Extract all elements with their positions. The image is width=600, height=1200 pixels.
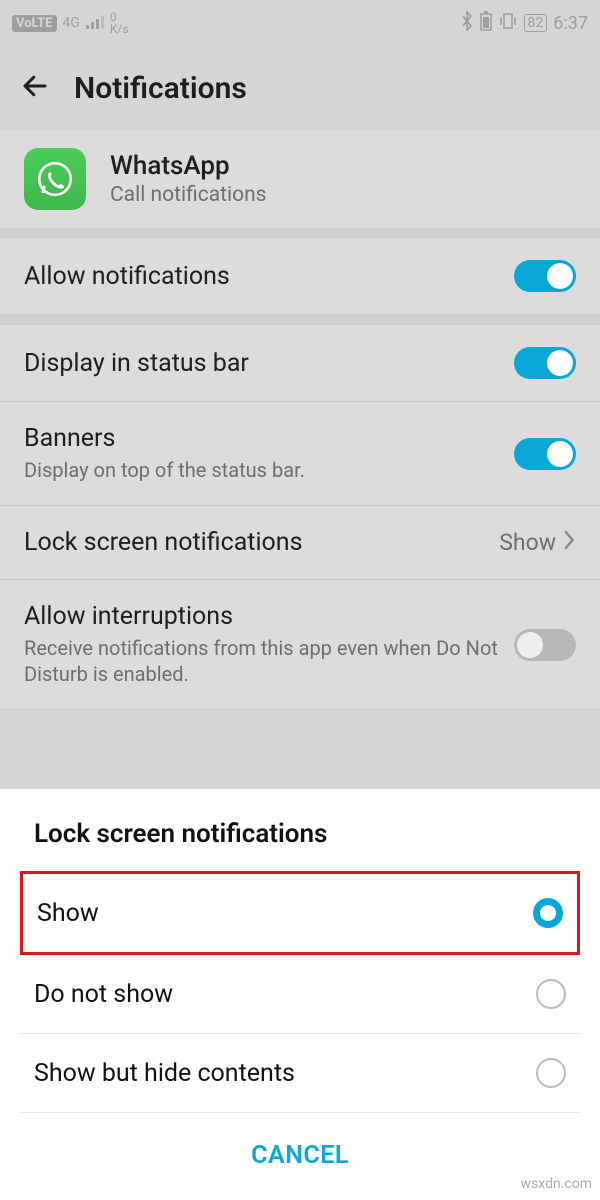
battery-percent: 82 bbox=[524, 14, 548, 32]
allow-interruptions-sub: Receive notifications from this app even… bbox=[24, 635, 499, 687]
watermark: wsxdn.com bbox=[521, 1176, 592, 1192]
chevron-right-icon bbox=[562, 529, 576, 557]
lock-screen-row[interactable]: Lock screen notifications Show bbox=[0, 506, 600, 580]
option-show-hide-contents[interactable]: Show but hide contents bbox=[20, 1034, 580, 1113]
page-title: Notifications bbox=[74, 71, 247, 106]
option-do-not-show[interactable]: Do not show bbox=[20, 955, 580, 1034]
vibrate-icon bbox=[498, 11, 518, 36]
lock-screen-sheet: Lock screen notifications Show Do not sh… bbox=[0, 789, 600, 1200]
app-info-row: WhatsApp Call notifications bbox=[0, 130, 600, 228]
network-speed: 0K/s bbox=[110, 11, 129, 35]
app-name: WhatsApp bbox=[110, 151, 267, 181]
lock-screen-label: Lock screen notifications bbox=[24, 528, 484, 557]
status-bar: VoLTE 4G 0K/s 82 6:37 bbox=[0, 0, 600, 46]
display-status-bar-label: Display in status bar bbox=[24, 349, 499, 378]
volte-badge: VoLTE bbox=[12, 15, 57, 32]
signal-bars-icon bbox=[86, 13, 104, 34]
lock-screen-value: Show bbox=[499, 529, 556, 556]
whatsapp-icon bbox=[24, 148, 86, 210]
cancel-button[interactable]: CANCEL bbox=[20, 1113, 580, 1200]
banners-toggle[interactable] bbox=[514, 438, 576, 470]
option-show-label: Show bbox=[37, 899, 99, 928]
option-show-hide-radio[interactable] bbox=[536, 1058, 566, 1088]
battery-small-icon bbox=[480, 11, 492, 36]
header: Notifications bbox=[0, 46, 600, 130]
clock: 6:37 bbox=[553, 13, 588, 34]
back-arrow-icon[interactable] bbox=[20, 71, 50, 105]
display-status-bar-row[interactable]: Display in status bar bbox=[0, 325, 600, 402]
allow-interruptions-toggle[interactable] bbox=[514, 629, 576, 661]
banners-sub: Display on top of the status bar. bbox=[24, 457, 499, 483]
option-do-not-show-label: Do not show bbox=[34, 980, 173, 1009]
option-do-not-show-radio[interactable] bbox=[536, 979, 566, 1009]
allow-notifications-label: Allow notifications bbox=[24, 262, 499, 291]
display-status-bar-toggle[interactable] bbox=[514, 347, 576, 379]
option-show-radio[interactable] bbox=[533, 898, 563, 928]
signal-gen: 4G bbox=[63, 15, 80, 31]
app-subtitle: Call notifications bbox=[110, 183, 267, 207]
bluetooth-icon bbox=[460, 11, 474, 36]
allow-interruptions-label: Allow interruptions bbox=[24, 602, 499, 631]
option-show[interactable]: Show bbox=[20, 871, 580, 955]
allow-notifications-row[interactable]: Allow notifications bbox=[0, 238, 600, 315]
banners-row[interactable]: Banners Display on top of the status bar… bbox=[0, 402, 600, 506]
option-show-hide-label: Show but hide contents bbox=[34, 1059, 295, 1088]
allow-notifications-toggle[interactable] bbox=[514, 260, 576, 292]
sheet-title: Lock screen notifications bbox=[20, 815, 580, 871]
allow-interruptions-row[interactable]: Allow interruptions Receive notification… bbox=[0, 580, 600, 710]
banners-label: Banners bbox=[24, 424, 499, 453]
